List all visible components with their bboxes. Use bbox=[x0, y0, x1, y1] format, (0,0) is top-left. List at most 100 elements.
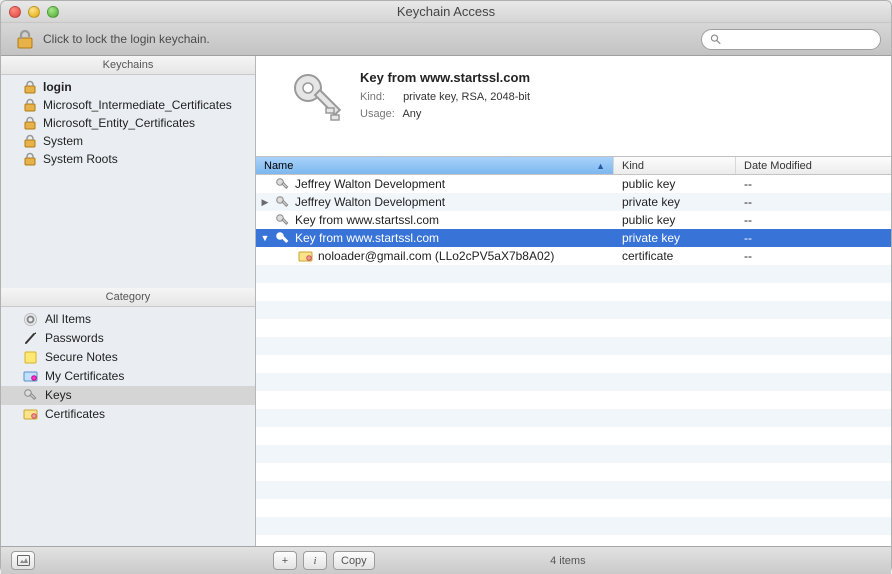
key-icon bbox=[275, 195, 290, 210]
detail-usage-value: Any bbox=[402, 108, 421, 120]
column-kind[interactable]: Kind bbox=[614, 157, 736, 174]
detail-kind-label: Kind: bbox=[360, 89, 400, 106]
category-item[interactable]: Secure Notes bbox=[1, 348, 255, 367]
detail-kind-value: private key, RSA, 2048-bit bbox=[403, 91, 530, 103]
keychain-label: Microsoft_Intermediate_Certificates bbox=[43, 98, 232, 112]
lock-keychain-icon[interactable] bbox=[15, 28, 35, 50]
category-item[interactable]: Certificates bbox=[1, 405, 255, 424]
keychain-label: login bbox=[43, 80, 72, 94]
category-label: All Items bbox=[45, 312, 91, 326]
table-row[interactable]: noloader@gmail.com (LLo2cPV5aX7b8A02) cer… bbox=[256, 247, 891, 265]
info-button[interactable]: i bbox=[303, 551, 327, 570]
column-name[interactable]: Name ▲ bbox=[256, 157, 614, 174]
keychain-label: Microsoft_Entity_Certificates bbox=[43, 116, 195, 130]
table-header: Name ▲ Kind Date Modified bbox=[256, 157, 891, 175]
category-label: Passwords bbox=[45, 331, 104, 345]
lock-icon bbox=[23, 80, 37, 94]
disclosure-triangle-icon[interactable]: ▼ bbox=[260, 233, 270, 243]
detail-title: Key from www.startssl.com bbox=[360, 70, 530, 85]
category-item[interactable]: My Certificates bbox=[1, 367, 255, 386]
pen-icon bbox=[23, 331, 38, 346]
window-controls bbox=[9, 6, 59, 18]
row-date: -- bbox=[736, 249, 891, 263]
keychain-item[interactable]: Microsoft_Entity_Certificates bbox=[1, 114, 255, 132]
window-title: Keychain Access bbox=[1, 4, 891, 19]
row-name: Jeffrey Walton Development bbox=[295, 195, 445, 209]
keychain-label: System Roots bbox=[43, 152, 118, 166]
bottom-bar: + i Copy 4 items bbox=[1, 546, 891, 574]
titlebar: Keychain Access bbox=[1, 1, 891, 23]
cert-icon bbox=[298, 249, 313, 264]
key-icon bbox=[275, 213, 290, 228]
key-icon bbox=[275, 177, 290, 192]
items-table: Name ▲ Kind Date Modified Jeffrey Walton… bbox=[256, 156, 891, 546]
row-date: -- bbox=[736, 231, 891, 245]
keychains-header: Keychains bbox=[1, 56, 255, 75]
key-icon bbox=[23, 388, 38, 403]
lock-icon bbox=[23, 134, 37, 148]
detail-usage-label: Usage: bbox=[360, 106, 400, 123]
lock-icon bbox=[23, 98, 37, 112]
table-row[interactable]: ▶Jeffrey Walton Developmentprivate key-- bbox=[256, 193, 891, 211]
table-row[interactable]: Jeffrey Walton Development public key-- bbox=[256, 175, 891, 193]
category-label: Certificates bbox=[45, 407, 105, 421]
category-list: All Items Passwords Secure Notes My Certifi… bbox=[1, 307, 255, 546]
toolbar: Click to lock the login keychain. bbox=[1, 23, 891, 56]
row-kind: public key bbox=[614, 177, 736, 191]
info-icon: i bbox=[313, 555, 316, 567]
category-label: Secure Notes bbox=[45, 350, 118, 364]
copy-label: Copy bbox=[341, 555, 367, 567]
add-item-button[interactable]: + bbox=[273, 551, 297, 570]
row-date: -- bbox=[736, 195, 891, 209]
row-date: -- bbox=[736, 177, 891, 191]
lock-icon bbox=[23, 116, 37, 130]
search-input[interactable] bbox=[726, 32, 872, 46]
minimize-window-button[interactable] bbox=[28, 6, 40, 18]
table-body: Jeffrey Walton Developmentpublic key--▶J… bbox=[256, 175, 891, 546]
column-date[interactable]: Date Modified bbox=[736, 157, 891, 174]
plus-icon: + bbox=[282, 555, 288, 567]
close-window-button[interactable] bbox=[9, 6, 21, 18]
content-pane: Key from www.startssl.com Kind: private … bbox=[256, 56, 891, 546]
category-header: Category bbox=[1, 288, 255, 307]
row-name: Key from www.startssl.com bbox=[295, 231, 439, 245]
key-icon bbox=[290, 70, 342, 130]
lock-keychain-label: Click to lock the login keychain. bbox=[43, 32, 210, 46]
row-date: -- bbox=[736, 213, 891, 227]
row-kind: private key bbox=[614, 231, 736, 245]
keychain-item[interactable]: System bbox=[1, 132, 255, 150]
keychain-label: System bbox=[43, 134, 83, 148]
row-kind: certificate bbox=[614, 249, 736, 263]
item-count: 4 items bbox=[381, 555, 755, 567]
row-name: noloader@gmail.com (LLo2cPV5aX7b8A02) bbox=[318, 249, 554, 263]
detail-header: Key from www.startssl.com Kind: private … bbox=[256, 56, 891, 156]
category-label: My Certificates bbox=[45, 369, 124, 383]
row-name: Jeffrey Walton Development bbox=[295, 177, 445, 191]
keychain-item[interactable]: System Roots bbox=[1, 150, 255, 168]
row-name: Key from www.startssl.com bbox=[295, 213, 439, 227]
all-icon bbox=[23, 312, 38, 327]
note-icon bbox=[23, 350, 38, 365]
column-name-label: Name bbox=[264, 160, 293, 172]
category-label: Keys bbox=[45, 388, 72, 402]
show-preview-button[interactable] bbox=[11, 551, 35, 570]
keychain-item[interactable]: login bbox=[1, 78, 255, 96]
table-row[interactable]: ▼ Key from www.startssl.com private key-- bbox=[256, 229, 891, 247]
copy-button[interactable]: Copy bbox=[333, 551, 375, 570]
keychain-item[interactable]: Microsoft_Intermediate_Certificates bbox=[1, 96, 255, 114]
row-kind: public key bbox=[614, 213, 736, 227]
category-item[interactable]: Keys bbox=[1, 386, 255, 405]
preview-icon bbox=[17, 555, 30, 566]
sort-ascending-icon: ▲ bbox=[596, 161, 605, 171]
category-item[interactable]: All Items bbox=[1, 310, 255, 329]
zoom-window-button[interactable] bbox=[47, 6, 59, 18]
search-field[interactable] bbox=[701, 29, 881, 50]
column-date-label: Date Modified bbox=[744, 160, 812, 172]
disclosure-triangle-icon[interactable]: ▶ bbox=[260, 197, 270, 208]
lock-icon bbox=[23, 152, 37, 166]
table-row[interactable]: Key from www.startssl.com public key-- bbox=[256, 211, 891, 229]
category-item[interactable]: Passwords bbox=[1, 329, 255, 348]
keychains-list: login Microsoft_Intermediate_Certificates… bbox=[1, 75, 255, 171]
column-kind-label: Kind bbox=[622, 160, 644, 172]
cert-icon bbox=[23, 407, 38, 422]
